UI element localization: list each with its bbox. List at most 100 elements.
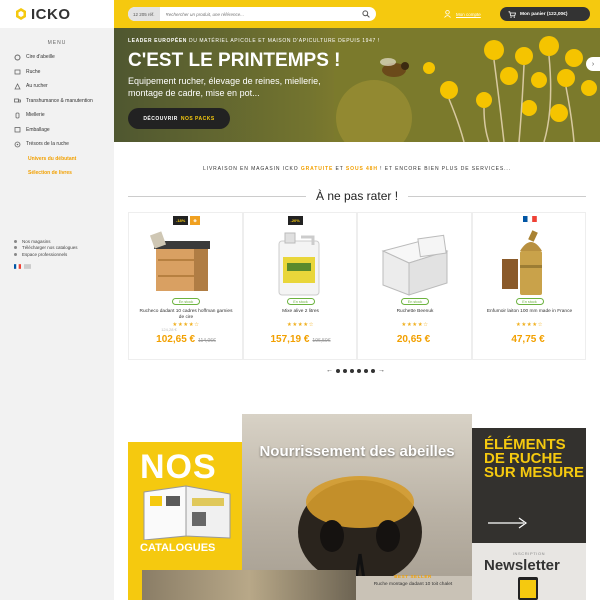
catalog-book-image [143, 485, 231, 540]
old-price: 196,50€ [312, 338, 331, 344]
product-card[interactable]: -18% ⊕ En stock Rucheco dadant 10 cadres… [128, 212, 243, 360]
account-link[interactable]: Mon compte [444, 10, 481, 18]
sidebar-sub-debutant[interactable]: Univers du débutant [0, 152, 114, 167]
arrow-left-icon[interactable]: ← [326, 367, 333, 374]
apiary-icon [14, 82, 21, 90]
product-image-jerrycan [278, 232, 319, 296]
product-card[interactable]: En stock Enfumoir laiton 100 mm made in … [471, 212, 586, 360]
search-icon[interactable] [360, 8, 372, 20]
pager-dot[interactable] [371, 368, 375, 373]
discount-badge: -20% [287, 216, 303, 225]
hero-title: C'EST LE PRINTEMPS ! [128, 50, 341, 71]
product-image-smoker [501, 230, 542, 295]
product-card[interactable]: En stock Ruchette Beenuk ★★★★☆ 20,65 € [357, 212, 472, 360]
hero-subtitle: Equipement rucher, élevage de reines, mi… [128, 76, 321, 98]
badges: -20% [287, 216, 303, 225]
pager-dot[interactable] [357, 368, 361, 373]
custom-hive-elements-tile[interactable]: ÉLÉMENTS DE RUCHE SUR MESURE [472, 428, 586, 543]
treasure-icon [14, 141, 21, 148]
cart-icon [508, 10, 516, 18]
sidebar-item-label: Transhumance & manutention [26, 97, 93, 104]
footer-link-catalogues[interactable]: Télécharger nos catalogues [14, 245, 78, 252]
english-flag-icon[interactable] [24, 263, 31, 269]
elements-title: ÉLÉMENTS DE RUCHE SUR MESURE [484, 436, 585, 481]
sidebar-sub-label: Univers du débutant [28, 155, 77, 162]
carousel-pager: ← → [326, 367, 385, 374]
rating-stars: ★★★★☆ [515, 322, 544, 328]
footer-link-pro[interactable]: Espace professionnels [14, 251, 78, 258]
menu-title: MENU [47, 40, 67, 46]
product-price: 157,19 €196,50€ [244, 334, 358, 345]
search-input[interactable] [165, 11, 360, 17]
arrow-right-icon [488, 517, 528, 529]
sidebar-item-miellerie[interactable]: Miellerie [0, 108, 114, 123]
stock-badge: En stock [401, 298, 429, 305]
cart-label: Mon panier (122,00€) [520, 11, 568, 17]
info-part1: LIVRAISON EN MAGASIN ICKO [202, 166, 301, 172]
hero-banner: LEADER EUROPÉEN DU MATÉRIEL APICOLE ET M… [114, 28, 600, 142]
sidebar-sub-livres[interactable]: Sélection de livres [0, 166, 114, 181]
gear-icon [14, 54, 21, 61]
sidebar-item-tresors[interactable]: Trésors de la ruche [0, 137, 114, 152]
product-name: Ruchette Beenuk [396, 309, 434, 314]
hero-button-prefix: DÉCOUVRIR [143, 115, 178, 122]
pro-icon [14, 252, 17, 256]
info-part3: ! ET ENCORE BIEN PLUS DE SERVICES... [377, 166, 512, 172]
pager-dot[interactable] [336, 368, 340, 373]
hero-tagline-rest: DU MATÉRIEL APICOLE ET MAISON D'APICULTU… [187, 38, 380, 44]
divider [128, 195, 306, 197]
best-seller-label: BEST SELLER [394, 574, 432, 579]
sidebar-item-emballage[interactable]: Emballage [0, 123, 114, 138]
stock-badge: En stock [515, 298, 544, 305]
sidebar-item-ruche[interactable]: Ruche [0, 65, 114, 80]
sidebar-item-transhumance[interactable]: Transhumance & manutention [0, 94, 114, 109]
sidebar: ICKO MENU Cire d'abeille Ruche Au rucher… [0, 0, 114, 600]
product-grid: -18% ⊕ En stock Rucheco dadant 10 cadres… [128, 212, 586, 360]
sidebar-footer: Nos magasins Télécharger nos catalogues … [14, 238, 78, 269]
product-name: Enfumoir laiton 100 mm made in France [486, 309, 573, 314]
info-time: SOUS 48H [345, 166, 378, 172]
best-seller-tile[interactable]: BEST SELLER Ruche montage dadant 10 toit… [356, 574, 470, 600]
rating-stars: ★★★★☆ [172, 322, 200, 328]
top-header: 12 205 réf. Mon compte Mon panier (122,0… [114, 0, 600, 28]
pager-dot[interactable] [364, 368, 368, 373]
price-value: 47,75 € [511, 334, 545, 345]
product-card[interactable]: -20% En stock Mixe alive 2 litres ★★★★☆ … [242, 212, 358, 360]
stock-badge: En stock [286, 298, 315, 305]
cart-button[interactable]: Mon panier (122,00€) [500, 7, 590, 21]
sidebar-item-label: Miellerie [26, 112, 45, 119]
sidebar-item-label: Au rucher [26, 83, 48, 90]
pager-dot[interactable] [343, 368, 347, 373]
search-bar: 12 205 réf. [128, 7, 376, 21]
account-label: Mon compte [456, 11, 481, 17]
sidebar-item-cire[interactable]: Cire d'abeille [0, 50, 114, 65]
language-switcher [14, 263, 78, 269]
newsletter-tile[interactable]: INSCRIPTION Newsletter [472, 543, 586, 600]
discover-packs-button[interactable]: DÉCOUVRIR NOS PACKS [128, 108, 230, 129]
section-title: À ne pas rater ! [315, 189, 399, 203]
info-part2: ET [333, 166, 346, 172]
logo[interactable]: ICKO [0, 0, 114, 28]
sidebar-item-au-rucher[interactable]: Au rucher [0, 79, 114, 94]
arrow-right-icon[interactable]: → [378, 367, 385, 374]
catalog-subheadline: CATALOGUES [140, 542, 216, 554]
product-price: 102,65 €114,06€ [129, 334, 243, 345]
sidebar-item-label: Cire d'abeille [26, 54, 55, 61]
carousel-next-icon[interactable]: › [586, 57, 600, 71]
newsletter-title: Newsletter [484, 557, 560, 574]
french-flag-icon[interactable] [14, 263, 21, 269]
product-name: Mixe alive 2 litres [282, 309, 319, 314]
phone-image [518, 577, 538, 600]
honey-icon [14, 112, 21, 119]
product-image-polystyrene-hive [381, 234, 449, 296]
sidebar-item-label: Ruche [26, 68, 41, 75]
product-image-hive [149, 231, 210, 291]
user-icon [444, 10, 451, 18]
sidebar-item-label: Trésors de la ruche [26, 141, 69, 148]
product-price: 20,65 € [358, 334, 472, 345]
sidebar-item-label: Emballage [26, 126, 50, 133]
store-icon [14, 239, 17, 243]
bonus-badge: ⊕ [190, 216, 200, 225]
pager-dot[interactable] [350, 368, 354, 373]
bee-tile-title: Nourrissement des abeilles [259, 443, 455, 460]
